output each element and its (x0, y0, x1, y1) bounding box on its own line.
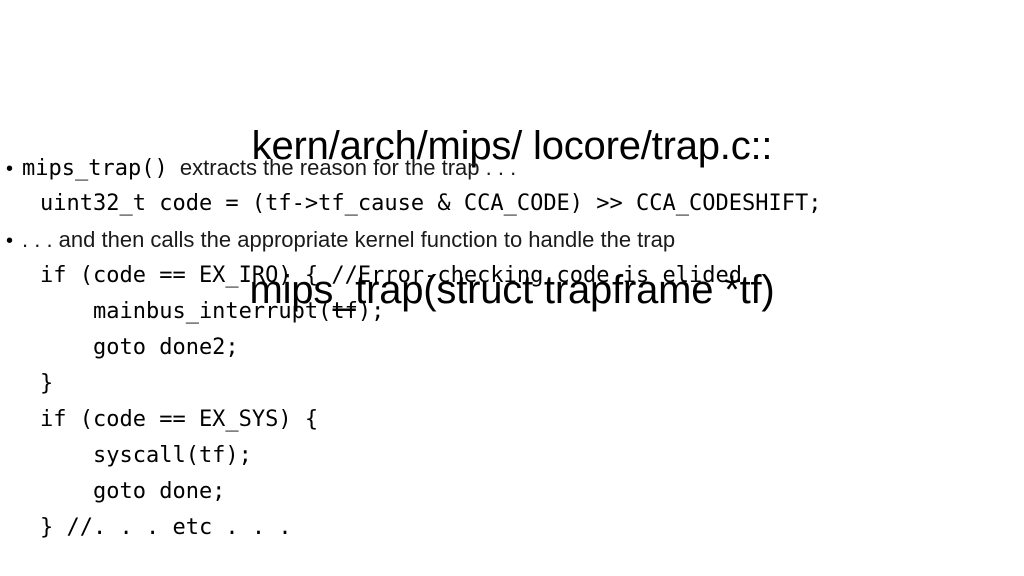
bullet-marker-icon: • (6, 230, 14, 252)
bullet-item-2-prose: . . . and then calls the appropriate ker… (22, 227, 676, 252)
code-line: uint32_t code = (tf->tf_cause & CCA_CODE… (40, 191, 822, 216)
code-line: } //. . . etc . . . (40, 515, 292, 540)
code-line: syscall(tf); (40, 443, 252, 468)
code-line: mainbus_interrupt(tf); (40, 299, 385, 324)
bullet-item-1-prose: extracts the reason for the trap . . . (167, 155, 517, 180)
code-line: if (code == EX_IRQ) { //Error-checking c… (40, 263, 742, 288)
code-line: if (code == EX_SYS) { (40, 407, 319, 432)
bullet-item-2: • . . . and then calls the appropriate k… (0, 222, 1024, 258)
bullet-item-1: • mips_trap() extracts the reason for th… (0, 150, 1024, 186)
bullet-item-2-content: . . . and then calls the appropriate ker… (22, 222, 675, 261)
code-line: } (40, 371, 54, 396)
slide-body: • mips_trap() extracts the reason for th… (0, 150, 1024, 546)
bullet-item-1-content: mips_trap() extracts the reason for the … (22, 150, 516, 189)
bullet-item-1-code: mips_trap() (22, 156, 168, 181)
bullet-marker-icon: • (6, 158, 14, 180)
slide-canvas: kern/arch/mips/ locore/trap.c:: mips_tra… (0, 0, 1024, 576)
code-line: goto done2; (40, 335, 239, 360)
code-line: goto done; (40, 479, 226, 504)
